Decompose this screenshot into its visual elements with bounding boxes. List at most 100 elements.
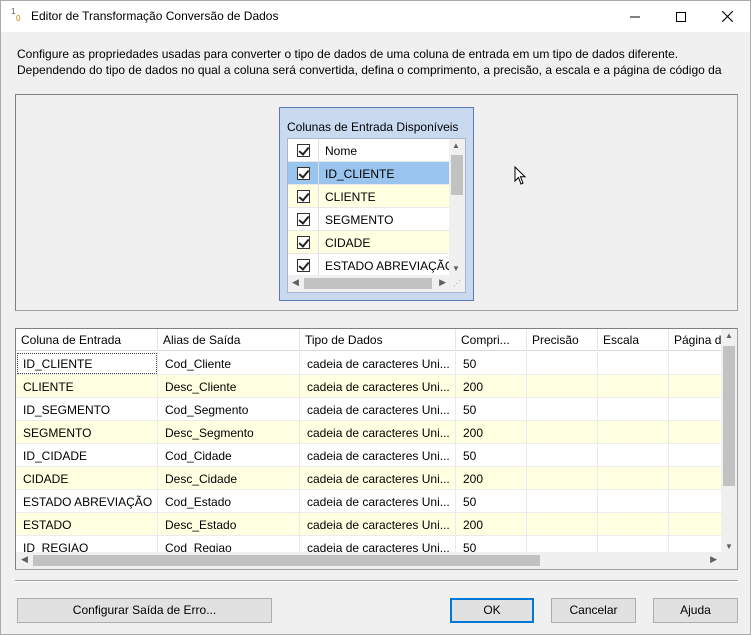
- table-row[interactable]: ID_CIDADE Cod_Cidade cadeia de caracteres …: [16, 444, 722, 467]
- codepage-cell[interactable]: [669, 513, 722, 536]
- codepage-cell[interactable]: [669, 375, 722, 398]
- columns-horizontal-scrollbar[interactable]: ◀ ▶: [288, 275, 450, 292]
- column-header-alias[interactable]: Alias de Saída: [158, 329, 300, 351]
- output-alias-cell[interactable]: Cod_Estado: [158, 490, 300, 513]
- length-cell[interactable]: 200: [456, 421, 527, 444]
- data-type-cell[interactable]: cadeia de caracteres Uni...: [300, 398, 456, 421]
- maximize-button[interactable]: [658, 1, 704, 32]
- table-row[interactable]: CLIENTE Desc_Cliente cadeia de caracteres …: [16, 375, 722, 398]
- table-row[interactable]: ID_SEGMENTO Cod_Segmento cadeia de caracte…: [16, 398, 722, 421]
- grid-vertical-scrollbar[interactable]: ▲ ▼: [721, 329, 737, 553]
- column-item[interactable]: CIDADE: [288, 231, 450, 254]
- column-item[interactable]: ESTADO ABREVIAÇÃO: [288, 254, 454, 277]
- scroll-up-icon[interactable]: ▲: [452, 141, 460, 150]
- scale-cell[interactable]: [598, 398, 669, 421]
- table-row[interactable]: SEGMENTO Desc_Segmento cadeia de caractere…: [16, 421, 722, 444]
- column-checkbox[interactable]: [297, 236, 310, 249]
- scale-cell[interactable]: [598, 467, 669, 490]
- data-type-cell[interactable]: cadeia de caracteres Uni...: [300, 490, 456, 513]
- data-type-cell[interactable]: cadeia de caracteres Uni...: [300, 421, 456, 444]
- column-checkbox[interactable]: [297, 213, 310, 226]
- input-column-cell[interactable]: ID_SEGMENTO: [16, 398, 158, 421]
- data-type-cell[interactable]: cadeia de caracteres Uni...: [300, 444, 456, 467]
- scroll-right-icon[interactable]: ▶: [439, 277, 446, 288]
- scroll-thumb[interactable]: [33, 555, 540, 566]
- scroll-left-icon[interactable]: ◀: [292, 277, 299, 288]
- input-column-cell[interactable]: SEGMENTO: [16, 421, 158, 444]
- output-alias-cell[interactable]: Cod_Cliente: [158, 352, 300, 375]
- length-cell[interactable]: 50: [456, 352, 527, 375]
- scale-cell[interactable]: [598, 421, 669, 444]
- scale-cell[interactable]: [598, 513, 669, 536]
- length-cell[interactable]: 200: [456, 467, 527, 490]
- length-cell[interactable]: 200: [456, 513, 527, 536]
- input-column-cell[interactable]: CLIENTE: [16, 375, 158, 398]
- input-column-cell[interactable]: ESTADO ABREVIAÇÃO: [16, 490, 158, 513]
- input-column-cell[interactable]: ID_CLIENTE: [16, 352, 158, 375]
- output-alias-cell[interactable]: Cod_Cidade: [158, 444, 300, 467]
- conversion-grid[interactable]: Coluna de Entrada Alias de Saída Tipo de…: [15, 328, 738, 570]
- precision-cell[interactable]: [527, 467, 598, 490]
- data-type-cell[interactable]: cadeia de caracteres Uni...: [300, 352, 456, 375]
- codepage-cell[interactable]: [669, 398, 722, 421]
- scale-cell[interactable]: [598, 375, 669, 398]
- scroll-right-icon[interactable]: ▶: [710, 554, 717, 565]
- data-type-cell[interactable]: cadeia de caracteres Uni...: [300, 513, 456, 536]
- table-row[interactable]: ID_CLIENTE Cod_Cliente cadeia de caractere…: [16, 352, 722, 375]
- column-checkbox[interactable]: [297, 190, 310, 203]
- input-column-cell[interactable]: ID_CIDADE: [16, 444, 158, 467]
- available-columns-list[interactable]: Nome ID_CLIENTE CLIENTE SEGMENTO CIDADE: [287, 138, 466, 293]
- codepage-cell[interactable]: [669, 444, 722, 467]
- column-header-input[interactable]: Coluna de Entrada: [16, 329, 158, 351]
- column-item[interactable]: CLIENTE: [288, 185, 450, 208]
- data-type-cell[interactable]: cadeia de caracteres Uni...: [300, 467, 456, 490]
- input-column-cell[interactable]: ESTADO: [16, 513, 158, 536]
- column-checkbox[interactable]: [297, 259, 310, 272]
- table-row[interactable]: CIDADE Desc_Cidade cadeia de caracteres Un…: [16, 467, 722, 490]
- precision-cell[interactable]: [527, 444, 598, 467]
- codepage-cell[interactable]: [669, 467, 722, 490]
- output-alias-cell[interactable]: Desc_Segmento: [158, 421, 300, 444]
- column-header-scale[interactable]: Escala: [598, 329, 669, 351]
- scroll-down-icon[interactable]: ▼: [452, 264, 460, 273]
- precision-cell[interactable]: [527, 490, 598, 513]
- close-button[interactable]: [704, 1, 750, 32]
- scroll-thumb[interactable]: [304, 278, 432, 289]
- input-column-cell[interactable]: CIDADE: [16, 467, 158, 490]
- minimize-button[interactable]: [612, 1, 658, 32]
- resize-grip-icon[interactable]: ⋰: [449, 275, 465, 292]
- select-all-checkbox[interactable]: [297, 144, 310, 157]
- length-cell[interactable]: 50: [456, 398, 527, 421]
- available-columns-box[interactable]: Colunas de Entrada Disponíveis Nome ID_C…: [279, 107, 474, 301]
- output-alias-cell[interactable]: Desc_Estado: [158, 513, 300, 536]
- output-alias-cell[interactable]: Cod_Segmento: [158, 398, 300, 421]
- help-button[interactable]: Ajuda: [653, 598, 738, 623]
- codepage-cell[interactable]: [669, 421, 722, 444]
- length-cell[interactable]: 200: [456, 375, 527, 398]
- length-cell[interactable]: 50: [456, 444, 527, 467]
- precision-cell[interactable]: [527, 375, 598, 398]
- title-bar[interactable]: 10 Editor de Transformação Conversão de …: [1, 1, 750, 32]
- output-alias-cell[interactable]: Desc_Cidade: [158, 467, 300, 490]
- table-row[interactable]: ESTADO ABREVIAÇÃO Cod_Estado cadeia de car…: [16, 490, 722, 513]
- grid-horizontal-scrollbar[interactable]: ◀ ▶: [16, 552, 722, 569]
- columns-vertical-scrollbar[interactable]: ▲ ▼: [449, 139, 465, 275]
- column-header-codepage[interactable]: Página d: [669, 329, 722, 351]
- precision-cell[interactable]: [527, 513, 598, 536]
- scroll-down-icon[interactable]: ▼: [725, 542, 733, 551]
- data-type-cell[interactable]: cadeia de caracteres Uni...: [300, 375, 456, 398]
- scroll-thumb[interactable]: [723, 346, 735, 486]
- codepage-cell[interactable]: [669, 490, 722, 513]
- column-item[interactable]: ID_CLIENTE: [288, 162, 450, 185]
- configure-error-output-button[interactable]: Configurar Saída de Erro...: [17, 598, 272, 623]
- column-item[interactable]: SEGMENTO: [288, 208, 450, 231]
- scale-cell[interactable]: [598, 352, 669, 375]
- column-header-type[interactable]: Tipo de Dados: [300, 329, 456, 351]
- ok-button[interactable]: OK: [450, 598, 534, 623]
- codepage-cell[interactable]: [669, 352, 722, 375]
- scroll-up-icon[interactable]: ▲: [725, 331, 733, 340]
- column-header-precision[interactable]: Precisão: [527, 329, 598, 351]
- scroll-left-icon[interactable]: ◀: [21, 554, 28, 565]
- scale-cell[interactable]: [598, 490, 669, 513]
- output-alias-cell[interactable]: Desc_Cliente: [158, 375, 300, 398]
